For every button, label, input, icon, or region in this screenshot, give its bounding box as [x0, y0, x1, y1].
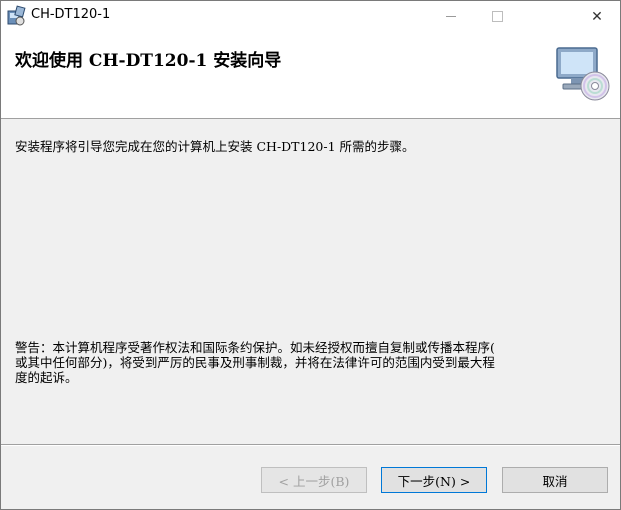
- installer-app-icon: [7, 5, 26, 26]
- maximize-icon: [491, 11, 503, 22]
- back-button[interactable]: < 上一步(B): [261, 467, 367, 493]
- computer-cd-icon: [556, 47, 610, 101]
- installer-window: CH-DT120-1 ✕ 欢迎使用 CH-DT120-1 安装向导 安装程序将引…: [0, 0, 621, 510]
- wizard-heading: 欢迎使用 CH-DT120-1 安装向导: [15, 51, 282, 71]
- warning-line: 或其中任何部分)，将受到严厉的民事及刑事制裁，并将在法律许可的范围内受到最大程: [15, 355, 495, 370]
- next-button[interactable]: 下一步(N) >: [381, 467, 487, 493]
- warning-line: 度的起诉。: [15, 370, 78, 385]
- minimize-button[interactable]: [428, 1, 474, 32]
- close-icon: ✕: [591, 8, 603, 25]
- minimize-icon: [446, 16, 456, 17]
- window-title: CH-DT120-1: [31, 7, 111, 22]
- title-bar[interactable]: CH-DT120-1 ✕: [1, 1, 620, 32]
- footer-divider-highlight: [1, 445, 620, 446]
- close-button[interactable]: ✕: [574, 1, 620, 32]
- warning-line: 警告：本计算机程序受著作权法和国际条约保护。如未经授权而擅自复制或传播本程序(: [15, 340, 495, 355]
- intro-text: 安装程序将引导您完成在您的计算机上安装 CH-DT120-1 所需的步骤。: [15, 139, 415, 154]
- wizard-banner: 欢迎使用 CH-DT120-1 安装向导: [1, 32, 620, 119]
- cancel-button[interactable]: 取消: [502, 467, 608, 493]
- copyright-warning: 警告：本计算机程序受著作权法和国际条约保护。如未经授权而擅自复制或传播本程序( …: [15, 340, 603, 385]
- maximize-button[interactable]: [474, 1, 520, 32]
